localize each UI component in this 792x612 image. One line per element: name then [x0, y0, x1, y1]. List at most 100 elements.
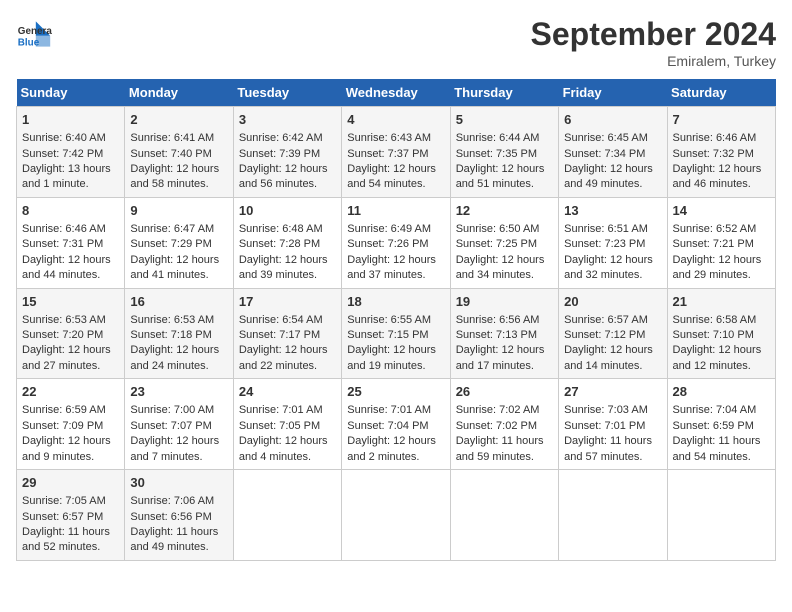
daylight-text: Daylight: 12 hours and 34 minutes.: [456, 254, 545, 281]
sunset-text: Sunset: 7:34 PM: [564, 148, 645, 160]
sunrise-text: Sunrise: 6:43 AM: [347, 132, 431, 144]
calendar-cell: 15 Sunrise: 6:53 AM Sunset: 7:20 PM Dayl…: [17, 288, 125, 379]
day-number: 10: [239, 202, 336, 220]
day-number: 6: [564, 111, 661, 129]
daylight-text: Daylight: 12 hours and 17 minutes.: [456, 344, 545, 371]
calendar-cell: 21 Sunrise: 6:58 AM Sunset: 7:10 PM Dayl…: [667, 288, 775, 379]
day-header-thursday: Thursday: [450, 79, 558, 107]
sunset-text: Sunset: 7:04 PM: [347, 420, 428, 432]
day-number: 8: [22, 202, 119, 220]
sunrise-text: Sunrise: 6:58 AM: [673, 314, 757, 326]
sunrise-text: Sunrise: 7:01 AM: [347, 404, 431, 416]
sunset-text: Sunset: 7:42 PM: [22, 148, 103, 160]
calendar-cell: 7 Sunrise: 6:46 AM Sunset: 7:32 PM Dayli…: [667, 107, 775, 198]
daylight-text: Daylight: 12 hours and 14 minutes.: [564, 344, 653, 371]
sunset-text: Sunset: 6:59 PM: [673, 420, 754, 432]
day-number: 2: [130, 111, 227, 129]
daylight-text: Daylight: 12 hours and 19 minutes.: [347, 344, 436, 371]
daylight-text: Daylight: 12 hours and 4 minutes.: [239, 435, 328, 462]
sunset-text: Sunset: 7:07 PM: [130, 420, 211, 432]
sunrise-text: Sunrise: 6:40 AM: [22, 132, 106, 144]
sunrise-text: Sunrise: 7:01 AM: [239, 404, 323, 416]
daylight-text: Daylight: 12 hours and 41 minutes.: [130, 254, 219, 281]
daylight-text: Daylight: 11 hours and 49 minutes.: [130, 526, 218, 553]
sunrise-text: Sunrise: 6:45 AM: [564, 132, 648, 144]
day-number: 17: [239, 293, 336, 311]
sunset-text: Sunset: 7:40 PM: [130, 148, 211, 160]
calendar-cell: 6 Sunrise: 6:45 AM Sunset: 7:34 PM Dayli…: [559, 107, 667, 198]
calendar-cell: 11 Sunrise: 6:49 AM Sunset: 7:26 PM Dayl…: [342, 197, 450, 288]
calendar-cell: 17 Sunrise: 6:54 AM Sunset: 7:17 PM Dayl…: [233, 288, 341, 379]
daylight-text: Daylight: 12 hours and 39 minutes.: [239, 254, 328, 281]
day-number: 12: [456, 202, 553, 220]
sunset-text: Sunset: 6:57 PM: [22, 511, 103, 523]
calendar-cell: 20 Sunrise: 6:57 AM Sunset: 7:12 PM Dayl…: [559, 288, 667, 379]
day-number: 26: [456, 383, 553, 401]
daylight-text: Daylight: 12 hours and 54 minutes.: [347, 163, 436, 190]
sunset-text: Sunset: 7:31 PM: [22, 238, 103, 250]
daylight-text: Daylight: 12 hours and 44 minutes.: [22, 254, 111, 281]
day-number: 14: [673, 202, 770, 220]
daylight-text: Daylight: 12 hours and 2 minutes.: [347, 435, 436, 462]
sunrise-text: Sunrise: 6:47 AM: [130, 223, 214, 235]
svg-text:General: General: [18, 26, 52, 37]
title-block: September 2024 Emiralem, Turkey: [531, 16, 776, 69]
calendar-cell: 3 Sunrise: 6:42 AM Sunset: 7:39 PM Dayli…: [233, 107, 341, 198]
daylight-text: Daylight: 12 hours and 46 minutes.: [673, 163, 762, 190]
sunrise-text: Sunrise: 6:51 AM: [564, 223, 648, 235]
sunrise-text: Sunrise: 6:48 AM: [239, 223, 323, 235]
sunset-text: Sunset: 7:25 PM: [456, 238, 537, 250]
sunrise-text: Sunrise: 6:54 AM: [239, 314, 323, 326]
location-subtitle: Emiralem, Turkey: [531, 53, 776, 69]
sunset-text: Sunset: 7:05 PM: [239, 420, 320, 432]
sunset-text: Sunset: 7:32 PM: [673, 148, 754, 160]
daylight-text: Daylight: 12 hours and 27 minutes.: [22, 344, 111, 371]
sunset-text: Sunset: 7:39 PM: [239, 148, 320, 160]
sunset-text: Sunset: 7:35 PM: [456, 148, 537, 160]
sunrise-text: Sunrise: 6:52 AM: [673, 223, 757, 235]
daylight-text: Daylight: 12 hours and 29 minutes.: [673, 254, 762, 281]
sunset-text: Sunset: 7:09 PM: [22, 420, 103, 432]
daylight-text: Daylight: 12 hours and 9 minutes.: [22, 435, 111, 462]
day-number: 13: [564, 202, 661, 220]
sunset-text: Sunset: 7:21 PM: [673, 238, 754, 250]
day-header-sunday: Sunday: [17, 79, 125, 107]
sunrise-text: Sunrise: 6:44 AM: [456, 132, 540, 144]
day-header-monday: Monday: [125, 79, 233, 107]
sunset-text: Sunset: 7:10 PM: [673, 329, 754, 341]
day-header-tuesday: Tuesday: [233, 79, 341, 107]
calendar-cell: 25 Sunrise: 7:01 AM Sunset: 7:04 PM Dayl…: [342, 379, 450, 470]
sunset-text: Sunset: 7:20 PM: [22, 329, 103, 341]
day-number: 30: [130, 474, 227, 492]
day-number: 9: [130, 202, 227, 220]
calendar-cell: 24 Sunrise: 7:01 AM Sunset: 7:05 PM Dayl…: [233, 379, 341, 470]
calendar-cell: 5 Sunrise: 6:44 AM Sunset: 7:35 PM Dayli…: [450, 107, 558, 198]
sunset-text: Sunset: 7:15 PM: [347, 329, 428, 341]
sunrise-text: Sunrise: 7:00 AM: [130, 404, 214, 416]
calendar-cell: 8 Sunrise: 6:46 AM Sunset: 7:31 PM Dayli…: [17, 197, 125, 288]
calendar-cell: 1 Sunrise: 6:40 AM Sunset: 7:42 PM Dayli…: [17, 107, 125, 198]
sunset-text: Sunset: 7:01 PM: [564, 420, 645, 432]
day-header-friday: Friday: [559, 79, 667, 107]
sunset-text: Sunset: 7:12 PM: [564, 329, 645, 341]
calendar-cell: 12 Sunrise: 6:50 AM Sunset: 7:25 PM Dayl…: [450, 197, 558, 288]
day-number: 4: [347, 111, 444, 129]
sunset-text: Sunset: 7:37 PM: [347, 148, 428, 160]
sunset-text: Sunset: 7:13 PM: [456, 329, 537, 341]
day-number: 3: [239, 111, 336, 129]
calendar-cell: [342, 470, 450, 561]
sunset-text: Sunset: 7:02 PM: [456, 420, 537, 432]
logo: General Blue: [16, 16, 52, 52]
calendar-cell: 30 Sunrise: 7:06 AM Sunset: 6:56 PM Dayl…: [125, 470, 233, 561]
sunset-text: Sunset: 7:18 PM: [130, 329, 211, 341]
day-number: 27: [564, 383, 661, 401]
calendar-table: SundayMondayTuesdayWednesdayThursdayFrid…: [16, 79, 776, 561]
calendar-cell: 13 Sunrise: 6:51 AM Sunset: 7:23 PM Dayl…: [559, 197, 667, 288]
sunrise-text: Sunrise: 6:42 AM: [239, 132, 323, 144]
calendar-cell: 23 Sunrise: 7:00 AM Sunset: 7:07 PM Dayl…: [125, 379, 233, 470]
page-header: General Blue September 2024 Emiralem, Tu…: [16, 16, 776, 69]
sunrise-text: Sunrise: 6:46 AM: [673, 132, 757, 144]
day-number: 16: [130, 293, 227, 311]
sunrise-text: Sunrise: 6:53 AM: [22, 314, 106, 326]
day-number: 19: [456, 293, 553, 311]
